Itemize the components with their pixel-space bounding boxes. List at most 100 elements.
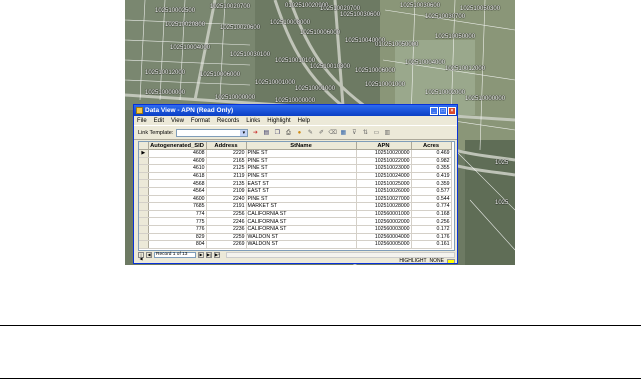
menu-links[interactable]: Links [246,118,260,124]
cell-stname[interactable]: EAST ST [246,187,357,196]
table-row[interactable]: 4609 2165 PINE ST 102510022000 0.982 [139,157,452,166]
cell-sid[interactable]: 4564 [148,187,207,196]
cell-sid[interactable]: 775 [148,217,207,226]
last-record-button[interactable]: ▶| [206,251,212,258]
highlight-color-swatch[interactable] [447,258,455,263]
record-indicator[interactable]: Record 1 of 13 [154,251,196,258]
row-selector[interactable] [139,157,149,166]
cell-acres[interactable]: 0.544 [411,195,452,204]
cell-acres[interactable]: 0.355 [411,164,452,173]
cell-apn[interactable]: 102510025000 [356,179,412,188]
table-row[interactable]: 4610 2125 PINE ST 102510023000 0.355 [139,164,452,173]
cell-address[interactable]: 2269 [206,240,247,249]
cell-stname[interactable]: CALIFORNIA ST [246,210,357,219]
cell-stname[interactable]: CALIFORNIA ST [246,225,357,234]
cell-address[interactable]: 2165 [206,157,247,166]
cell-acres[interactable]: 0.419 [411,172,452,181]
cell-acres[interactable]: 0.176 [411,233,452,242]
row-selector[interactable] [139,217,149,226]
row-selector[interactable] [139,172,149,181]
cell-sid[interactable]: 7685 [148,202,207,211]
cell-acres[interactable]: 0.469 [411,149,452,158]
column-header-apn[interactable]: APN [356,142,412,150]
title-bar[interactable]: Data View - APN (Read Only) _ □ × [134,105,457,116]
row-selector[interactable] [139,195,149,204]
cell-stname[interactable]: WALDON ST [246,233,357,242]
window-icon[interactable]: ▭ [372,129,380,137]
table-row[interactable]: 776 2236 CALIFORNIA ST 102560003000 0.172 [139,225,452,234]
cell-acres[interactable]: 0.982 [411,157,452,166]
cell-apn[interactable]: 102510022000 [356,157,412,166]
table-row[interactable]: ▶ 4608 2220 PINE ST 102510020000 0.469 [139,149,452,158]
cell-apn[interactable]: 102560004000 [356,233,412,242]
menu-view[interactable]: View [171,118,184,124]
cell-acres[interactable]: 0.161 [411,240,452,249]
cell-address[interactable]: 2135 [206,179,247,188]
column-header-stname[interactable]: StName [246,142,357,150]
menu-records[interactable]: Records [217,118,239,124]
cell-stname[interactable]: CALIFORNIA ST [246,217,357,226]
row-selector[interactable] [139,225,149,234]
row-selector[interactable] [139,210,149,219]
cell-sid[interactable]: 804 [148,240,207,249]
table-row[interactable]: 7685 2191 MARKET ST 102510028000 0.774 [139,202,452,211]
copy-icon[interactable]: ❐ [273,129,281,137]
menu-edit[interactable]: Edit [154,118,164,124]
cell-sid[interactable]: 4610 [148,164,207,173]
cell-sid[interactable]: 776 [148,225,207,234]
layout-icon[interactable]: ▥ [383,129,391,137]
new-record-button[interactable]: ▶* [214,251,220,258]
cell-apn[interactable]: 102510026000 [356,187,412,196]
row-selector[interactable] [139,179,149,188]
cell-address[interactable]: 2191 [206,202,247,211]
table-row[interactable]: 804 2269 WALDON ST 102560005000 0.161 [139,240,452,249]
row-selector-header[interactable] [139,142,149,150]
pencil-icon[interactable]: ✎ [306,129,314,137]
menu-highlight[interactable]: Highlight [267,118,290,124]
cell-stname[interactable]: PINE ST [246,149,357,158]
cell-apn[interactable]: 102560002000 [356,217,412,226]
cell-address[interactable]: 2240 [206,195,247,204]
cell-address[interactable]: 2220 [206,149,247,158]
row-selector[interactable] [139,164,149,173]
cell-stname[interactable]: PINE ST [246,195,357,204]
print-icon[interactable]: ⎙ [284,129,292,137]
cell-stname[interactable]: WALDON ST [246,240,357,249]
cell-sid[interactable]: 4600 [148,195,207,204]
maximize-icon[interactable]: □ [439,106,447,115]
horizontal-scrollbar[interactable] [226,251,455,258]
cell-sid[interactable]: 4618 [148,172,207,181]
first-record-button[interactable]: |◀ [138,251,144,260]
cell-address[interactable]: 2259 [206,233,247,242]
cell-address[interactable]: 2119 [206,172,247,181]
cell-apn[interactable]: 102510027000 [356,195,412,204]
table-row[interactable]: 4600 2240 PINE ST 102510027000 0.544 [139,195,452,204]
link-icon[interactable]: ➜ [251,129,259,137]
eraser-icon[interactable]: ⌫ [328,129,336,137]
cell-apn[interactable]: 102510028000 [356,202,412,211]
close-icon[interactable]: × [448,106,456,115]
table-row[interactable]: 4568 2135 EAST ST 102510025000 0.359 [139,179,452,188]
menu-file[interactable]: File [137,118,147,124]
dropdown-arrow-icon[interactable]: ▾ [240,129,248,136]
data-grid[interactable]: Autogenerated_SID Address StName APN Acr… [138,141,455,251]
cell-stname[interactable]: MARKET ST [246,202,357,211]
table-row[interactable]: 774 2256 CALIFORNIA ST 102560001000 0.168 [139,210,452,219]
row-selector[interactable] [139,233,149,242]
cell-apn[interactable]: 102560003000 [356,225,412,234]
row-selector[interactable] [139,202,149,211]
edit-icon[interactable]: ✐ [317,129,325,137]
table-row[interactable]: 4564 2109 EAST ST 102510026000 0.577 [139,187,452,196]
cell-apn[interactable]: 102560001000 [356,210,412,219]
menu-help[interactable]: Help [298,118,310,124]
minimize-icon[interactable]: _ [430,106,438,115]
palette-icon[interactable]: ● [295,129,303,137]
cell-apn[interactable]: 102510023000 [356,164,412,173]
sort-icon[interactable]: ⇅ [361,129,369,137]
row-selector[interactable]: ▶ [139,149,149,158]
cell-apn[interactable]: 102560005000 [356,240,412,249]
cell-acres[interactable]: 0.256 [411,217,452,226]
row-selector[interactable] [139,240,149,249]
cell-stname[interactable]: PINE ST [246,164,357,173]
cell-sid[interactable]: 4609 [148,157,207,166]
